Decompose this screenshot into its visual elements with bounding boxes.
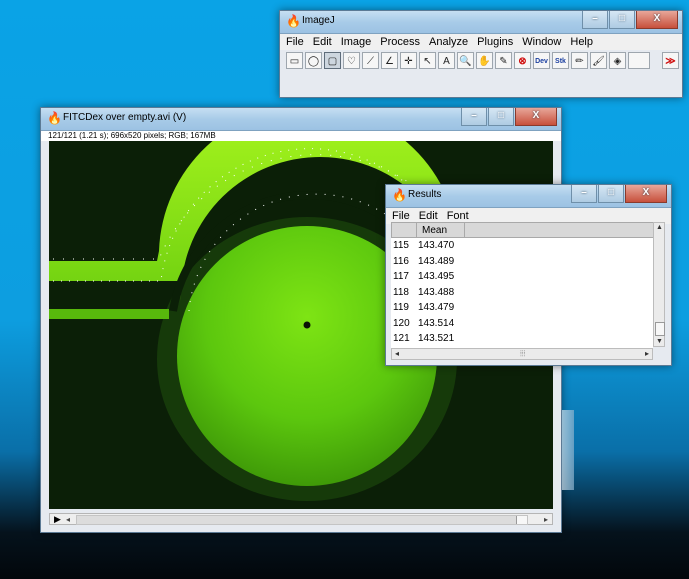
results-vertical-scrollbar[interactable]: ▲ ▼ <box>653 222 665 347</box>
magnifier-tool-icon[interactable]: 🔍 <box>457 52 474 69</box>
results-menu-file[interactable]: File <box>392 210 410 222</box>
menu-window[interactable]: Window <box>522 36 561 48</box>
imagej-menubar: File Edit Image Process Analyze Plugins … <box>280 34 682 50</box>
pencil-tool-icon[interactable]: ✏ <box>571 52 588 69</box>
play-icon[interactable]: ▶ <box>54 515 61 524</box>
close-button[interactable]: X <box>515 108 557 126</box>
maximize-button[interactable]: □ <box>609 11 635 29</box>
stack-title: FITCDex over empty.avi (V) <box>63 112 187 123</box>
imagej-title: ImageJ <box>302 15 335 26</box>
menu-image[interactable]: Image <box>341 36 372 48</box>
results-titlebar[interactable]: 🔥 Results – □ X <box>386 185 671 208</box>
scroll-left-icon[interactable]: ◂ <box>395 349 399 358</box>
background-artifact <box>562 410 574 490</box>
maximize-button[interactable]: □ <box>488 108 514 126</box>
results-window: 🔥 Results – □ X File Edit Font Mean 115 1… <box>385 184 672 366</box>
imagej-toolbar: ▭ ◯ ▢ ♡ ⟋ ∠ ✛ ↖ A 🔍 ✋ ✎ ⊗ Dev Stk ✏ 🖌 ◈ … <box>286 52 681 69</box>
results-title: Results <box>408 189 442 200</box>
table-row[interactable]: 117 143.495 <box>391 269 653 285</box>
table-row[interactable]: 115 143.470 <box>391 238 653 254</box>
point-tool-icon[interactable]: ✛ <box>400 52 417 69</box>
scroll-down-icon[interactable]: ▼ <box>656 338 663 345</box>
line-tool-icon[interactable]: ⟋ <box>362 52 379 69</box>
table-row[interactable]: 118 143.488 <box>391 285 653 301</box>
dropper-tool-icon[interactable]: ✎ <box>495 52 512 69</box>
results-table: 115 143.470 116 143.489 117 143.495 118 143.… <box>391 238 653 348</box>
more-tools-icon[interactable]: ≫ <box>662 52 679 69</box>
empty-tool-slot <box>628 52 650 69</box>
menu-plugins[interactable]: Plugins <box>477 36 513 48</box>
table-row[interactable]: 119 143.479 <box>391 300 653 316</box>
brush-tool-icon[interactable]: 🖌 <box>590 52 607 69</box>
results-menu-edit[interactable]: Edit <box>419 210 438 222</box>
stk-tool-icon[interactable]: Stk <box>552 52 569 69</box>
close-button[interactable]: X <box>636 11 678 29</box>
results-header: Mean <box>391 222 659 238</box>
stack-app-icon: 🔥 <box>47 111 62 125</box>
results-app-icon: 🔥 <box>392 188 407 202</box>
menu-edit[interactable]: Edit <box>313 36 332 48</box>
imagej-app-icon: 🔥 <box>286 14 301 28</box>
minimize-button[interactable]: – <box>571 185 597 203</box>
scroll-right-icon[interactable]: ▸ <box>645 349 649 358</box>
oval-tool-icon[interactable]: ◯ <box>305 52 322 69</box>
table-row[interactable]: 120 143.514 <box>391 316 653 332</box>
stop-tool-icon[interactable]: ⊗ <box>514 52 531 69</box>
menu-analyze[interactable]: Analyze <box>429 36 468 48</box>
column-divider <box>464 223 465 237</box>
vertical-scroll-thumb[interactable] <box>655 322 665 336</box>
rectangle-tool-icon[interactable]: ▭ <box>286 52 303 69</box>
hand-tool-icon[interactable]: ✋ <box>476 52 493 69</box>
results-horizontal-scrollbar[interactable]: ◂ ⦙⦙⦙ ▸ <box>391 348 653 360</box>
menu-process[interactable]: Process <box>380 36 420 48</box>
frame-scrollbar[interactable]: ▶ ◂ ▸ <box>49 513 553 525</box>
scroll-up-icon[interactable]: ▲ <box>656 224 663 231</box>
imagej-titlebar[interactable]: 🔥 ImageJ – □ X <box>280 11 682 34</box>
mean-column-header[interactable]: Mean <box>422 225 447 236</box>
table-row[interactable]: 121 143.521 <box>391 331 653 347</box>
scroll-left-icon[interactable]: ◂ <box>66 515 70 524</box>
menu-file[interactable]: File <box>286 36 304 48</box>
row-index-header <box>392 223 417 237</box>
menu-help[interactable]: Help <box>570 36 593 48</box>
text-tool-icon[interactable]: A <box>438 52 455 69</box>
minimize-button[interactable]: – <box>582 11 608 29</box>
dev-tool-icon[interactable]: Dev <box>533 52 550 69</box>
frame-slider-track[interactable] <box>76 515 528 525</box>
imagej-window: 🔥 ImageJ – □ X File Edit Image Process A… <box>279 10 683 98</box>
angle-tool-icon[interactable]: ∠ <box>381 52 398 69</box>
table-row[interactable]: 116 143.489 <box>391 254 653 270</box>
frame-slider-thumb[interactable] <box>516 516 527 524</box>
maximize-button[interactable]: □ <box>598 185 624 203</box>
wand-tool-icon[interactable]: ↖ <box>419 52 436 69</box>
flood-fill-tool-icon[interactable]: ◈ <box>609 52 626 69</box>
minimize-button[interactable]: – <box>461 108 487 126</box>
freehand-tool-icon[interactable]: ♡ <box>343 52 360 69</box>
scroll-grip-icon[interactable]: ⦙⦙⦙ <box>520 349 525 359</box>
stack-info: 121/121 (1.21 s); 696x520 pixels; RGB; 1… <box>41 131 561 141</box>
close-button[interactable]: X <box>625 185 667 203</box>
stack-titlebar[interactable]: 🔥 FITCDex over empty.avi (V) – □ X <box>41 108 561 131</box>
results-menu-font[interactable]: Font <box>447 210 469 222</box>
scroll-right-icon[interactable]: ▸ <box>544 515 548 524</box>
rounded-rect-tool-icon[interactable]: ▢ <box>324 52 341 69</box>
